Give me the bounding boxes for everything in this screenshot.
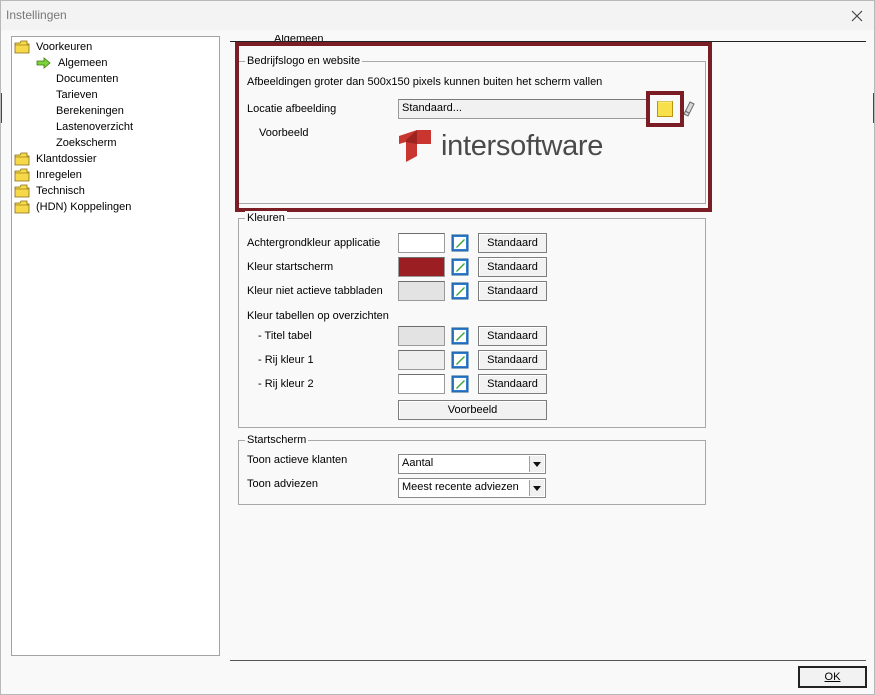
window-accent-left <box>1 93 2 123</box>
tree-item-berekeningen[interactable]: Berekeningen <box>54 103 126 119</box>
edit-color-button[interactable] <box>450 257 470 277</box>
window-accent-right <box>873 93 874 123</box>
color-row-label: - Titel tabel <box>258 330 312 342</box>
color-swatch-titel-tabel[interactable] <box>398 326 445 346</box>
button-label: Standaard <box>487 378 538 390</box>
tree-item-label: Inregelen <box>36 169 82 181</box>
tree-item-voorkeuren[interactable]: Voorkeuren <box>14 39 94 55</box>
close-button[interactable] <box>840 1 874 30</box>
edit-color-button[interactable] <box>450 326 470 346</box>
chevron-down-icon <box>533 485 541 491</box>
button-label: Standaard <box>487 285 538 297</box>
edit-color-button[interactable] <box>450 350 470 370</box>
edit-color-button[interactable] <box>450 374 470 394</box>
folder-icon <box>14 200 30 214</box>
button-label: Standaard <box>487 237 538 249</box>
tree-item-label: Lastenoverzicht <box>56 121 134 133</box>
group-title: Startscherm <box>245 433 309 447</box>
title-bar: Instellingen <box>1 1 874 30</box>
edit-color-icon <box>451 327 469 345</box>
preview-colors-button[interactable]: Voorbeeld <box>398 400 547 420</box>
tree-item-label: Klantdossier <box>36 153 97 165</box>
colors-group: Kleuren <box>238 211 706 428</box>
footer-divider <box>230 660 866 661</box>
edit-color-icon <box>451 282 469 300</box>
color-row-label: Kleur startscherm <box>247 261 334 273</box>
select-value: Meest recente adviezen <box>402 481 519 493</box>
color-row-label: - Rij kleur 2 <box>258 378 314 390</box>
standaard-button[interactable]: Standaard <box>478 281 547 301</box>
standaard-button[interactable]: Standaard <box>478 350 547 370</box>
tree-item-klantdossier[interactable]: Klantdossier <box>14 151 99 167</box>
settings-window: Instellingen Voorkeuren Algemeen Documen… <box>0 0 875 695</box>
window-title: Instellingen <box>6 8 67 22</box>
standaard-button[interactable]: Standaard <box>478 326 547 346</box>
edit-color-icon <box>451 351 469 369</box>
button-label: Voorbeeld <box>447 404 498 416</box>
tree-item-label: Tarieven <box>56 89 98 101</box>
standaard-button[interactable]: Standaard <box>478 257 547 277</box>
edit-color-button[interactable] <box>450 281 470 301</box>
color-swatch-rij-kleur-2[interactable] <box>398 374 445 394</box>
tree-item-label: Voorkeuren <box>36 41 93 53</box>
color-row-label: Achtergrondkleur applicatie <box>247 237 381 249</box>
tree-item-technisch[interactable]: Technisch <box>14 183 87 199</box>
color-swatch-background[interactable] <box>398 233 445 253</box>
arrow-right-icon <box>36 57 51 69</box>
tree-item-label: Technisch <box>36 185 85 197</box>
tree-item-label: Documenten <box>56 73 119 85</box>
edit-color-icon <box>451 375 469 393</box>
tree-item-algemeen[interactable]: Algemeen <box>36 55 110 71</box>
tree-item-documenten[interactable]: Documenten <box>54 71 120 87</box>
start-row-label: Toon actieve klanten <box>247 454 348 466</box>
tree-item-hdn-koppelingen[interactable]: (HDN) Koppelingen <box>14 199 133 215</box>
logo-group-highlight <box>235 42 712 212</box>
chevron-down-icon <box>533 461 541 467</box>
folder-icon <box>14 184 30 198</box>
select-value: Aantal <box>402 457 434 469</box>
folder-icon <box>14 168 30 182</box>
settings-tree[interactable]: Voorkeuren Algemeen Documenten Tarieven … <box>11 36 220 656</box>
ok-label: OK <box>824 671 841 683</box>
advice-select[interactable]: Meest recente adviezen <box>398 478 546 498</box>
dropdown-button[interactable] <box>529 456 544 472</box>
edit-color-button[interactable] <box>450 233 470 253</box>
color-swatch-rij-kleur-1[interactable] <box>398 350 445 370</box>
standaard-button[interactable]: Standaard <box>478 374 547 394</box>
dropdown-button[interactable] <box>529 480 544 496</box>
active-clients-select[interactable]: Aantal <box>398 454 546 474</box>
button-label: Standaard <box>487 354 538 366</box>
standaard-button[interactable]: Standaard <box>478 233 547 253</box>
tree-item-inregelen[interactable]: Inregelen <box>14 167 84 183</box>
tree-item-tarieven[interactable]: Tarieven <box>54 87 100 103</box>
tree-item-zoekscherm[interactable]: Zoekscherm <box>54 135 119 151</box>
tree-item-label: Algemeen <box>58 57 108 69</box>
color-row-label: Kleur niet actieve tabbladen <box>247 285 383 297</box>
color-swatch-inactive-tabs[interactable] <box>398 281 445 301</box>
edit-color-icon <box>451 234 469 252</box>
tree-item-lastenoverzicht[interactable]: Lastenoverzicht <box>54 119 135 135</box>
group-title: Kleuren <box>245 211 287 225</box>
color-row-label: - Rij kleur 1 <box>258 354 314 366</box>
start-row-label: Toon adviezen <box>247 478 318 490</box>
close-icon <box>851 10 863 21</box>
tree-item-label: Berekeningen <box>56 105 124 117</box>
button-label: Standaard <box>487 261 538 273</box>
tree-item-label: Zoekscherm <box>56 137 117 149</box>
color-swatch-startscherm[interactable] <box>398 257 445 277</box>
tables-heading: Kleur tabellen op overzichten <box>247 310 389 322</box>
ok-button[interactable]: OK <box>798 666 867 688</box>
folder-icon <box>14 40 30 54</box>
folder-icon <box>14 152 30 166</box>
tree-item-label: (HDN) Koppelingen <box>36 201 132 213</box>
button-label: Standaard <box>487 330 538 342</box>
edit-color-icon <box>451 258 469 276</box>
